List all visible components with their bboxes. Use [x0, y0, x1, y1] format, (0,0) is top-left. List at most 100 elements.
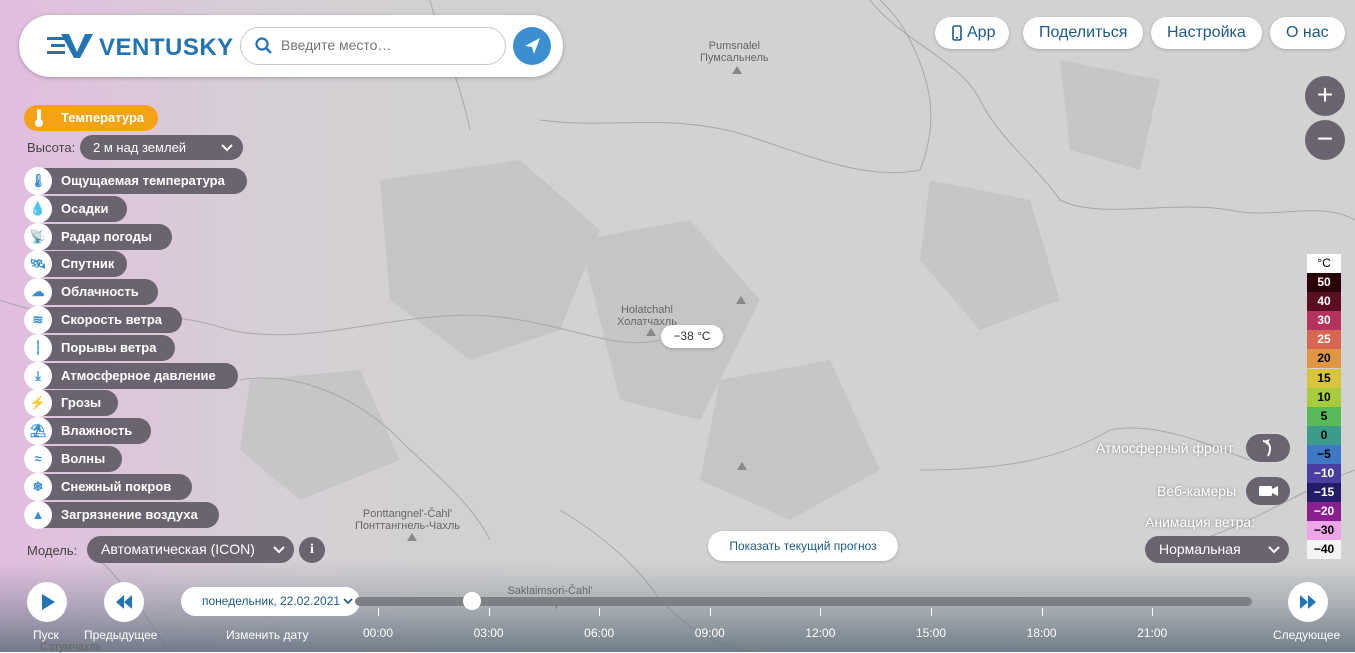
play-label: Пуск	[33, 628, 59, 642]
layer-label: Осадки	[61, 200, 109, 216]
model-info-button[interactable]: i	[299, 537, 325, 563]
temperature-tooltip: −38 °C	[661, 325, 723, 348]
webcams-toggle[interactable]	[1246, 477, 1290, 505]
legend-row: 25	[1307, 330, 1341, 350]
brand-name[interactable]: VENTUSKY	[99, 34, 234, 62]
weather-front-icon	[1262, 439, 1272, 457]
layer-item-lightning[interactable]: ⚡ Грозы	[24, 389, 118, 418]
legend-row: 40	[1307, 292, 1341, 312]
model-select[interactable]: Автоматическая (ICON)	[87, 536, 294, 563]
map-label-ponttangnel: Ponttangnel'-Čahl' Понттангнель-Чахль	[355, 508, 460, 532]
map-label-latin: Ponttangnel'-Čahl'	[362, 508, 453, 520]
map-label-holatchahl: Holatchahl Холатчахль	[617, 304, 677, 328]
map-label-pumsnalel: Pumsnalel Пумсальнель	[700, 40, 769, 64]
pressure-icon: ⤓	[24, 361, 52, 390]
height-value: 2 м над землей	[93, 140, 187, 155]
camera-icon	[1259, 486, 1278, 496]
front-label: Атмосферный фронт	[1096, 440, 1234, 456]
legend-row: 30	[1307, 311, 1341, 331]
app-label: App	[967, 24, 996, 41]
timeline-track[interactable]	[355, 597, 1252, 606]
chevron-down-icon	[273, 546, 285, 554]
search-icon	[255, 37, 272, 54]
legend-row: 0	[1307, 425, 1341, 445]
previous-label: Предыдущее	[84, 628, 158, 642]
layer-item-wind-speed[interactable]: ≋ Скорость ветра	[24, 306, 182, 334]
wind-gusts-icon: ┆	[24, 333, 52, 362]
play-button[interactable]	[27, 582, 67, 622]
height-select[interactable]: 2 м над землей	[80, 135, 243, 160]
layer-item-pressure[interactable]: ⤓ Атмосферное давление	[24, 361, 238, 390]
chevron-down-icon	[221, 144, 233, 152]
timeline-tick[interactable]: 00:00	[353, 626, 403, 640]
legend-row: 5	[1307, 406, 1341, 426]
layer-temperature-active[interactable]: Температура	[24, 105, 159, 131]
timeline-tick[interactable]: 21:00	[1127, 626, 1177, 640]
timeline-handle[interactable]	[462, 592, 481, 610]
legend-row: −20	[1307, 502, 1341, 522]
height-label: Высота:	[27, 140, 76, 155]
timeline-tick[interactable]: 03:00	[464, 626, 514, 640]
front-toggle[interactable]	[1246, 434, 1290, 462]
previous-button[interactable]	[104, 582, 144, 622]
map-label-latin: Pumsnalel	[708, 40, 760, 52]
about-button[interactable]: О нас	[1270, 17, 1345, 49]
timeline-tick-mark	[488, 608, 490, 616]
timeline-tick[interactable]: 15:00	[906, 626, 956, 640]
timeline-tick[interactable]: 06:00	[574, 626, 624, 640]
legend-row: 20	[1307, 349, 1341, 369]
timeline-tick-mark	[599, 608, 601, 616]
wind-animation-select[interactable]: Нормальная	[1145, 536, 1289, 563]
layer-label: Грозы	[61, 395, 102, 411]
layer-item-snowflake[interactable]: ❄ Снежный покров	[24, 472, 192, 501]
app-button[interactable]: App	[935, 17, 1010, 49]
legend-row: −5	[1307, 444, 1341, 464]
feels-like-icon: 🌡	[24, 167, 52, 195]
layer-label: Влажность	[61, 423, 133, 439]
search-box[interactable]	[240, 27, 506, 65]
timeline-tick[interactable]: 09:00	[685, 626, 735, 640]
wind-animation-value: Нормальная	[1159, 541, 1241, 557]
waves-icon: ≈	[24, 445, 52, 473]
layer-item-feels-like[interactable]: 🌡 Ощущаемая температура	[24, 167, 247, 195]
layer-item-radar[interactable]: 📡 Радар погоды	[24, 222, 172, 251]
map-label-satumchahl: Сатумчахль	[40, 641, 102, 653]
next-label: Следующее	[1273, 628, 1341, 642]
phone-icon	[952, 25, 962, 41]
geolocate-button[interactable]	[513, 27, 551, 65]
fast-forward-icon	[1300, 595, 1316, 609]
timeline-tick-mark	[820, 608, 822, 616]
settings-button[interactable]: Настройка	[1151, 17, 1262, 49]
date-selector[interactable]: понедельник, 22.02.2021	[181, 587, 360, 616]
next-button[interactable]	[1288, 582, 1328, 622]
zoom-out-button[interactable]: −	[1305, 120, 1345, 160]
legend-row: 50	[1307, 273, 1341, 292]
layer-label: Спутник	[61, 256, 115, 272]
show-current-forecast-button[interactable]: Показать текущий прогноз	[708, 531, 898, 561]
timeline-tick-mark	[709, 608, 711, 616]
change-date-label: Изменить дату	[226, 628, 309, 642]
layer-label: Снежный покров	[61, 478, 172, 494]
layer-label: Волны	[61, 451, 106, 466]
humidity-icon: ⛱	[24, 417, 52, 446]
timeline-tick[interactable]: 18:00	[1017, 626, 1067, 640]
layer-item-humidity[interactable]: ⛱ Влажность	[24, 417, 151, 446]
timeline-tick-mark	[931, 608, 932, 616]
layer-label: Порывы ветра	[61, 339, 157, 355]
layer-item-wind-gusts[interactable]: ┆ Порывы ветра	[24, 333, 175, 362]
share-button[interactable]: Поделиться	[1023, 17, 1144, 49]
layer-item-precipitation[interactable]: 💧 Осадки	[24, 194, 127, 223]
satellite-icon: 🛰	[24, 250, 52, 279]
layer-item-satellite[interactable]: 🛰 Спутник	[24, 250, 127, 279]
layer-item-waves[interactable]: ≈ Волны	[24, 445, 122, 473]
play-icon	[42, 594, 55, 610]
map-label-latin: Holatchahl	[620, 304, 673, 316]
legend-row: −10	[1307, 464, 1341, 483]
zoom-in-button[interactable]: +	[1305, 76, 1345, 116]
legend-row: −30	[1307, 521, 1341, 541]
layer-item-cloud[interactable]: ☁ Облачность	[24, 278, 158, 307]
search-input[interactable]	[279, 36, 498, 54]
layer-item-air-pollution[interactable]: ▲ Загрязнение воздуха	[24, 500, 219, 529]
ventusky-logo-icon[interactable]	[47, 32, 97, 60]
timeline-tick[interactable]: 12:00	[795, 626, 845, 640]
